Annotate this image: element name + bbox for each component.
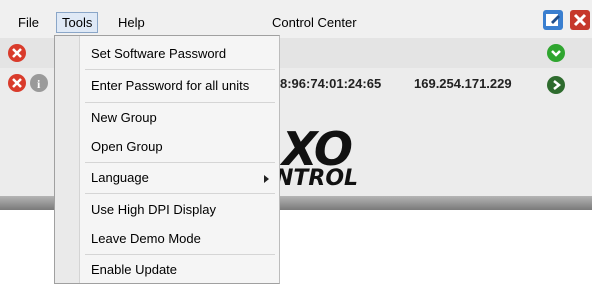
- menu-item-open-group[interactable]: Open Group: [91, 139, 163, 154]
- svg-text:i: i: [37, 77, 41, 91]
- expand-icon[interactable]: [547, 44, 565, 62]
- menu-separator: [85, 254, 275, 255]
- menu-item-enter-password-all-units[interactable]: Enter Password for all units: [91, 78, 249, 93]
- menu-item-use-high-dpi-display[interactable]: Use High DPI Display: [91, 202, 216, 217]
- stop-icon[interactable]: [8, 44, 26, 62]
- go-icon[interactable]: [547, 76, 565, 94]
- edit-icon[interactable]: [543, 10, 563, 30]
- menu-separator: [85, 102, 275, 103]
- menu-separator: [85, 193, 275, 194]
- info-icon[interactable]: i: [30, 74, 48, 92]
- menu-help[interactable]: Help: [118, 15, 145, 30]
- menu-item-set-software-password[interactable]: Set Software Password: [91, 46, 226, 61]
- menu-icon-strip: [55, 36, 80, 283]
- menu-tools[interactable]: Tools: [56, 12, 99, 33]
- menu-bar: File Tools Help Control Center: [0, 0, 592, 38]
- ip-address: 169.254.171.229: [414, 76, 512, 91]
- menu-item-language[interactable]: Language: [91, 170, 149, 185]
- logo-line-2: NTROL: [275, 166, 359, 191]
- menu-item-enable-update[interactable]: Enable Update: [91, 262, 177, 277]
- menu-separator: [85, 162, 275, 163]
- close-icon[interactable]: [570, 10, 590, 30]
- menu-item-new-group[interactable]: New Group: [91, 110, 157, 125]
- menu-item-leave-demo-mode[interactable]: Leave Demo Mode: [91, 231, 201, 246]
- submenu-arrow-icon: [264, 175, 269, 183]
- tools-dropdown-menu: Set Software Password Enter Password for…: [54, 35, 280, 284]
- menu-file[interactable]: File: [18, 15, 39, 30]
- window-title: Control Center: [272, 15, 357, 30]
- stop-icon[interactable]: [8, 74, 26, 92]
- mac-address: 8:96:74:01:24:65: [280, 76, 382, 91]
- menu-separator: [85, 69, 275, 70]
